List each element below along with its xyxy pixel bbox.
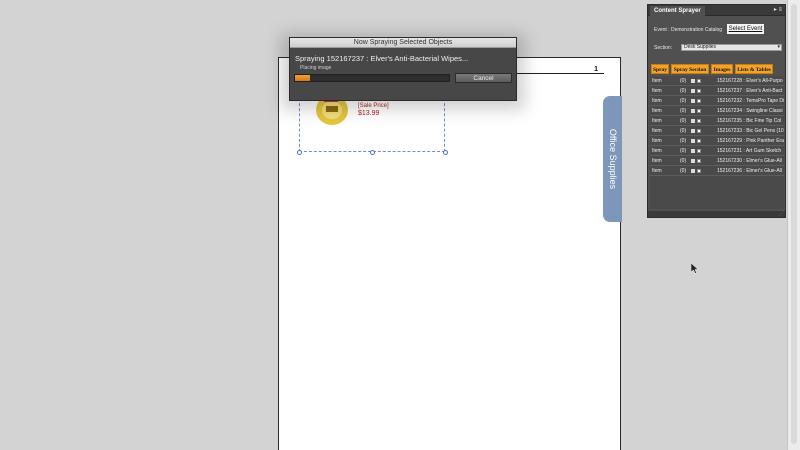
checkbox-icon[interactable] [697, 169, 701, 173]
progress-bar [294, 74, 450, 82]
dialog-status: Placing image [300, 65, 332, 71]
row-count: (0) [680, 118, 687, 124]
row-name: 152167231 : Art Gum Sketch [717, 148, 782, 154]
dialog-message: Spraying 152167237 : Elver's Anti-Bacter… [295, 54, 469, 63]
content-sprayer-panel: Content Sprayer ▸ ≡ Event : Demonstratio… [647, 4, 786, 218]
checkbox-icon[interactable] [697, 89, 701, 93]
list-item[interactable]: Item (0) 152167236 : Elmer's Glue-All [650, 166, 784, 176]
row-count: (0) [680, 148, 687, 154]
list-item[interactable]: Item (0) 152167230 : Elmer's Glue-All [650, 156, 784, 166]
row-type: Item [652, 158, 662, 164]
panel-tab-label: Content Sprayer [654, 8, 701, 14]
side-tab-label: Office Supplies [607, 128, 618, 190]
expand-icon[interactable] [691, 119, 695, 123]
list-item[interactable]: Item (0) 152167228 : Elver's All-Purpo [650, 76, 784, 86]
row-type: Item [652, 118, 662, 124]
row-count: (0) [680, 128, 687, 134]
spray-progress-dialog: Now Spraying Selected Objects Spraying 1… [289, 37, 517, 101]
dialog-title: Now Spraying Selected Objects [290, 38, 516, 48]
checkbox-icon[interactable] [697, 79, 701, 83]
row-type: Item [652, 168, 662, 174]
expand-icon[interactable] [691, 139, 695, 143]
checkbox-icon[interactable] [697, 99, 701, 103]
panel-footer: ⋰ [648, 211, 785, 217]
expand-icon[interactable] [691, 99, 695, 103]
row-count: (0) [680, 88, 687, 94]
row-name: 152167229 : Pink Panther Era [717, 138, 784, 144]
list-item[interactable]: Item (0) 152167231 : Art Gum Sketch [650, 146, 784, 156]
images-button[interactable]: Images [711, 64, 733, 74]
event-label: Event : Demonstration Catalog [654, 27, 723, 33]
row-type: Item [652, 108, 662, 114]
resize-handle-icon[interactable]: ⋰ [779, 211, 784, 217]
list-item[interactable]: Item (0) 152167229 : Pink Panther Era [650, 136, 784, 146]
list-item[interactable]: Item (0) 152167232 : TemsPro Tape Di [650, 96, 784, 106]
expand-icon[interactable] [691, 159, 695, 163]
section-side-tab: Office Supplies [603, 96, 622, 222]
row-count: (0) [680, 108, 687, 114]
row-type: Item [652, 98, 662, 104]
checkbox-icon[interactable] [697, 119, 701, 123]
item-list: Item (0) 152167228 : Elver's All-Purpo Item… [650, 76, 784, 209]
mouse-cursor-icon [691, 263, 699, 274]
frame-handle[interactable] [297, 150, 302, 155]
product-price: $13.99 [358, 110, 380, 117]
panel-tabbar: Content Sprayer ▸ ≡ [648, 5, 785, 16]
section-label: Section: [654, 45, 673, 51]
row-type: Item [652, 148, 662, 154]
frame-handle[interactable] [370, 150, 375, 155]
cancel-button[interactable]: Cancel [455, 73, 512, 83]
row-name: 152167230 : Elmer's Glue-All [717, 158, 782, 164]
expand-icon[interactable] [691, 109, 695, 113]
scrollbar-thumb[interactable] [791, 4, 797, 444]
spray-section-button[interactable]: Spray Section [671, 64, 709, 74]
frame-handle[interactable] [443, 150, 448, 155]
progress-fill [295, 75, 311, 81]
list-item[interactable]: Item (0) 152167235 : Bic Fine Tip Col [650, 116, 784, 126]
list-item[interactable]: Item (0) 152167233 : Bic Gel Pens (10 [650, 126, 784, 136]
expand-icon[interactable] [691, 129, 695, 133]
row-name: 152167236 : Elmer's Glue-All [717, 168, 782, 174]
row-count: (0) [680, 98, 687, 104]
row-count: (0) [680, 78, 687, 84]
checkbox-icon[interactable] [697, 149, 701, 153]
row-count: (0) [680, 158, 687, 164]
row-name: 152167235 : Bic Fine Tip Col [717, 118, 782, 124]
row-type: Item [652, 138, 662, 144]
page-number: 1 [594, 66, 598, 73]
checkbox-icon[interactable] [697, 129, 701, 133]
section-select[interactable]: Desk Supplies ▾ [681, 44, 782, 51]
row-name: 152167232 : TemsPro Tape Di [717, 98, 784, 104]
row-name: 152167234 : Swingline Classi [717, 108, 783, 114]
row-name: 152167237 : Elver's Anti-Bact [717, 88, 783, 94]
expand-icon[interactable] [691, 169, 695, 173]
row-type: Item [652, 88, 662, 94]
section-select-value: Desk Supplies [684, 44, 716, 50]
panel-menu-icon[interactable]: ▸ ≡ [774, 6, 782, 13]
document-page: 1 Elmer's Glue [Sale Price] $13.99 [278, 57, 621, 450]
tab-content-sprayer[interactable]: Content Sprayer [650, 6, 705, 16]
row-type: Item [652, 78, 662, 84]
spray-button[interactable]: Spray [651, 64, 669, 74]
row-type: Item [652, 128, 662, 134]
vertical-scrollbar[interactable] [787, 0, 800, 450]
select-event-button[interactable]: Select Event [727, 24, 764, 34]
checkbox-icon[interactable] [697, 109, 701, 113]
row-count: (0) [680, 168, 687, 174]
checkbox-icon[interactable] [697, 139, 701, 143]
row-name: 152167228 : Elver's All-Purpo [717, 78, 783, 84]
list-item[interactable]: Item (0) 152167237 : Elver's Anti-Bact [650, 86, 784, 96]
expand-icon[interactable] [691, 89, 695, 93]
expand-icon[interactable] [691, 79, 695, 83]
checkbox-icon[interactable] [697, 159, 701, 163]
list-item[interactable]: Item (0) 152167234 : Swingline Classi [650, 106, 784, 116]
lists-tables-button[interactable]: Lists & Tables [735, 64, 773, 74]
row-count: (0) [680, 138, 687, 144]
expand-icon[interactable] [691, 149, 695, 153]
row-name: 152167233 : Bic Gel Pens (10 [717, 128, 784, 134]
chevron-down-icon: ▾ [777, 44, 780, 50]
